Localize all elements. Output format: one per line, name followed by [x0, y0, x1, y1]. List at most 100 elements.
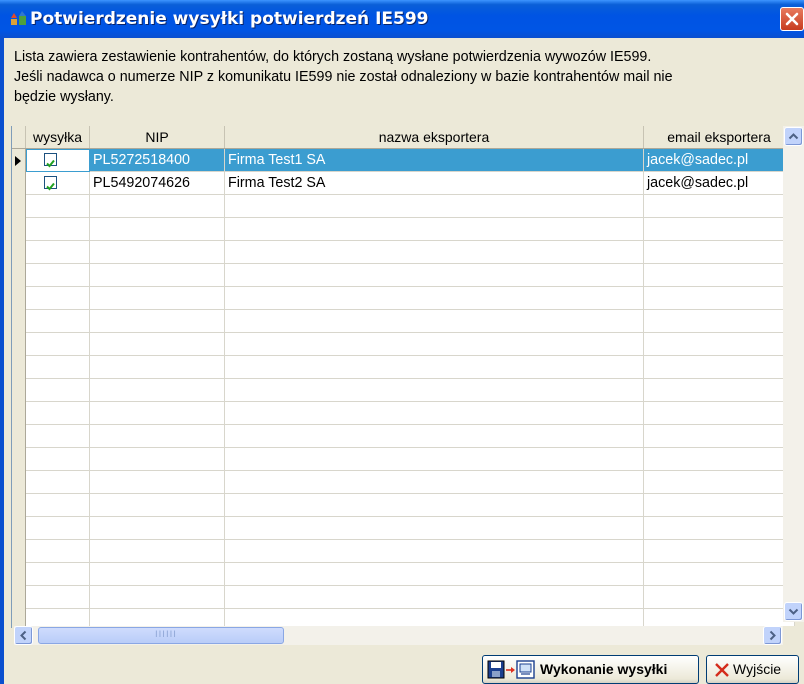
empty-cell: [26, 471, 90, 494]
empty-row: [12, 448, 795, 471]
empty-cell: [26, 448, 90, 471]
empty-cell: [225, 494, 644, 517]
empty-cell: [90, 402, 225, 425]
empty-cell: [644, 540, 795, 563]
empty-row: [12, 379, 795, 402]
empty-cell: [644, 264, 795, 287]
empty-cell: [90, 448, 225, 471]
table-row[interactable]: PL5492074626 Firma Test2 SA jacek@sadec.…: [12, 172, 795, 195]
cell-wysylka: [26, 172, 90, 195]
empty-cell: [26, 517, 90, 540]
cell-email[interactable]: jacek@sadec.pl: [644, 172, 795, 195]
empty-cell: [26, 425, 90, 448]
scroll-grip: IIIIII: [155, 630, 177, 640]
window-title: Potwierdzenie wysyłki potwierdzeń IE599: [30, 9, 429, 29]
empty-cell: [90, 264, 225, 287]
send-checkbox[interactable]: [44, 176, 57, 191]
empty-cell: [644, 586, 795, 609]
info-text: Lista zawiera zestawienie kontrahentów, …: [14, 47, 794, 107]
empty-cell: [90, 517, 225, 540]
empty-cell: [644, 448, 795, 471]
close-button[interactable]: [780, 7, 804, 31]
empty-row: [12, 563, 795, 586]
execute-send-button[interactable]: Wykonanie wysyłki: [482, 655, 699, 684]
empty-cell: [225, 402, 644, 425]
send-icon: [516, 660, 535, 679]
empty-cell: [90, 333, 225, 356]
empty-cell: [90, 195, 225, 218]
empty-cell: [26, 218, 90, 241]
empty-row: [12, 517, 795, 540]
empty-cell: [644, 241, 795, 264]
empty-cell: [225, 310, 644, 333]
empty-cell: [644, 563, 795, 586]
empty-cell: [90, 471, 225, 494]
empty-cell: [26, 195, 90, 218]
empty-cell: [225, 448, 644, 471]
exit-button[interactable]: Wyjście: [706, 655, 799, 684]
empty-row: [12, 356, 795, 379]
empty-cell: [90, 494, 225, 517]
empty-cell: [225, 471, 644, 494]
contractors-grid[interactable]: wysyłka NIP nazwa eksportera email ekspo…: [11, 126, 795, 628]
empty-cell: [26, 379, 90, 402]
empty-cell: [26, 586, 90, 609]
cell-email[interactable]: jacek@sadec.pl: [644, 149, 795, 172]
empty-row: [12, 241, 795, 264]
close-icon: [785, 12, 799, 26]
send-checkbox[interactable]: [44, 153, 57, 168]
window-frame: [0, 38, 4, 684]
checkbox-checked-icon: [46, 159, 55, 168]
cell-nip[interactable]: PL5272518400: [90, 149, 225, 172]
cell-wysylka: [26, 149, 90, 172]
execute-send-label: Wykonanie wysyłki: [540, 661, 668, 677]
empty-cell: [225, 264, 644, 287]
chevron-right-icon: [769, 630, 776, 641]
horizontal-scrollbar[interactable]: IIIIII: [14, 626, 783, 645]
empty-row: [12, 494, 795, 517]
empty-cell: [26, 264, 90, 287]
empty-cell: [225, 218, 644, 241]
chevron-up-icon: [788, 133, 799, 140]
empty-row: [12, 333, 795, 356]
column-header-wysylka[interactable]: wysyłka: [26, 126, 90, 148]
empty-row: [12, 310, 795, 333]
empty-row: [12, 471, 795, 494]
scroll-corner: [783, 626, 804, 645]
cell-nip[interactable]: PL5492074626: [90, 172, 225, 195]
empty-cell: [90, 287, 225, 310]
empty-cell: [90, 586, 225, 609]
empty-cell: [90, 425, 225, 448]
chevron-down-icon: [788, 608, 799, 615]
empty-cell: [225, 425, 644, 448]
column-header-email[interactable]: email eksportera: [644, 126, 795, 148]
column-header-name[interactable]: nazwa eksportera: [225, 126, 644, 148]
empty-cell: [26, 563, 90, 586]
empty-cell: [644, 218, 795, 241]
scroll-down-button[interactable]: [784, 602, 803, 621]
vertical-scrollbar[interactable]: [783, 126, 804, 622]
red-x-icon: [715, 663, 729, 677]
table-row[interactable]: PL5272518400 Firma Test1 SA jacek@sadec.…: [12, 149, 795, 172]
empty-cell: [644, 517, 795, 540]
info-line-3: będzie wysłany.: [14, 89, 114, 105]
cell-name[interactable]: Firma Test2 SA: [225, 172, 644, 195]
empty-cell: [225, 241, 644, 264]
empty-cell: [225, 287, 644, 310]
scroll-left-button[interactable]: [14, 626, 33, 645]
info-line-1: Lista zawiera zestawienie kontrahentów, …: [14, 49, 652, 65]
empty-row: [12, 287, 795, 310]
scroll-right-button[interactable]: [763, 626, 782, 645]
empty-cell: [644, 379, 795, 402]
grid-header: wysyłka NIP nazwa eksportera email ekspo…: [12, 126, 795, 149]
cell-name[interactable]: Firma Test1 SA: [225, 149, 644, 172]
empty-cell: [644, 195, 795, 218]
empty-cell: [26, 540, 90, 563]
scroll-up-button[interactable]: [784, 127, 803, 146]
horizontal-scroll-thumb[interactable]: IIIIII: [38, 627, 284, 644]
column-header-nip[interactable]: NIP: [90, 126, 225, 148]
empty-cell: [225, 333, 644, 356]
empty-row: [12, 195, 795, 218]
title-bar[interactable]: Potwierdzenie wysyłki potwierdzeń IE599: [0, 0, 804, 38]
empty-cell: [644, 425, 795, 448]
